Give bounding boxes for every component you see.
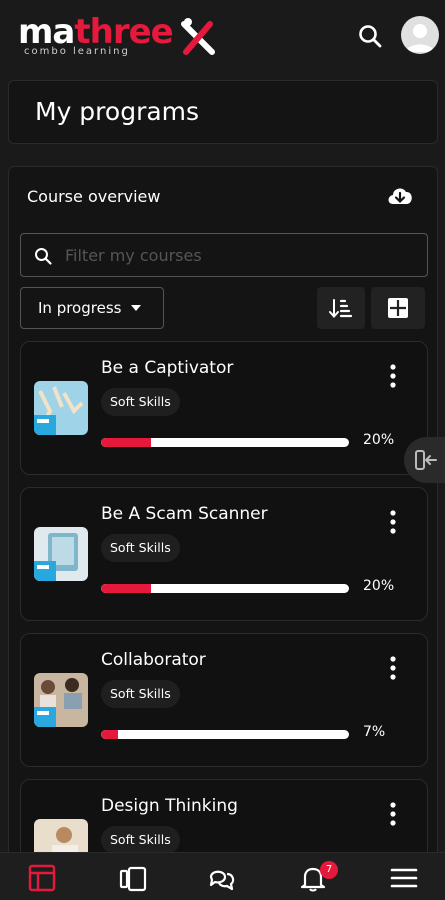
course-name[interactable]: Be A Scam Scanner [101, 504, 268, 524]
grid-view-icon [388, 298, 408, 318]
course-thumbnail [34, 673, 88, 727]
top-bar: mathree combo learning [0, 0, 445, 72]
course-overview-panel: Course overview In progress [8, 166, 438, 900]
course-name[interactable]: Be a Captivator [101, 358, 233, 378]
course-thumbnail [34, 381, 88, 435]
course-thumbnail [34, 527, 88, 581]
progress-bar [101, 730, 349, 739]
progress-bar [101, 438, 349, 447]
progress-bar-fill [101, 730, 119, 739]
messages-icon[interactable] [207, 863, 237, 893]
course-name[interactable]: Collaborator [101, 650, 206, 670]
page-title-card: My programs [8, 80, 438, 144]
bottom-navigation: 7 [0, 852, 445, 900]
progress-percent: 7% [363, 724, 386, 740]
course-overview-title: Course overview [27, 187, 161, 206]
status-filter-label: In progress [38, 299, 122, 317]
course-category-tag: Soft Skills [101, 388, 180, 416]
page-title: My programs [35, 97, 200, 126]
course-card[interactable]: Collaborator Soft Skills 7% [20, 633, 428, 767]
notification-count-badge: 7 [320, 861, 338, 879]
search-icon [35, 248, 52, 265]
course-card[interactable]: Be A Scam Scanner Soft Skills 20% [20, 487, 428, 621]
progress-percent: 20% [363, 432, 395, 448]
user-avatar[interactable] [401, 16, 439, 54]
course-name[interactable]: Design Thinking [101, 796, 238, 816]
status-filter-dropdown[interactable]: In progress [20, 287, 164, 329]
caret-down-icon [131, 305, 142, 311]
sort-button[interactable] [317, 287, 365, 329]
mathree-logo[interactable]: mathree combo learning [18, 12, 215, 58]
course-category-tag: Soft Skills [101, 826, 180, 854]
filter-courses-input[interactable] [65, 234, 415, 276]
course-category-tag: Soft Skills [101, 534, 180, 562]
logo-x-mark-icon [181, 18, 215, 55]
dashboard-icon[interactable] [27, 863, 57, 893]
more-options-icon[interactable] [383, 800, 403, 828]
view-toggle-button[interactable] [371, 287, 425, 329]
course-category-tag: Soft Skills [101, 680, 180, 708]
menu-icon[interactable] [389, 863, 419, 893]
more-options-icon[interactable] [383, 508, 403, 536]
courses-icon[interactable] [118, 863, 148, 893]
avatar-person-icon [406, 24, 434, 52]
sort-descending-icon [329, 299, 353, 319]
progress-bar-fill [101, 438, 151, 447]
drawer-toggle-tab[interactable] [404, 437, 445, 483]
course-card[interactable]: Be a Captivator Soft Skills 20% [20, 341, 428, 475]
cloud-download-icon[interactable] [385, 183, 415, 209]
progress-bar [101, 584, 349, 593]
more-options-icon[interactable] [383, 654, 403, 682]
more-options-icon[interactable] [383, 362, 403, 390]
drawer-open-icon [415, 450, 437, 470]
logo-tagline: combo learning [24, 46, 130, 57]
search-icon[interactable] [356, 22, 384, 50]
progress-percent: 20% [363, 578, 395, 594]
filter-courses-field[interactable] [20, 233, 428, 277]
progress-bar-fill [101, 584, 151, 593]
